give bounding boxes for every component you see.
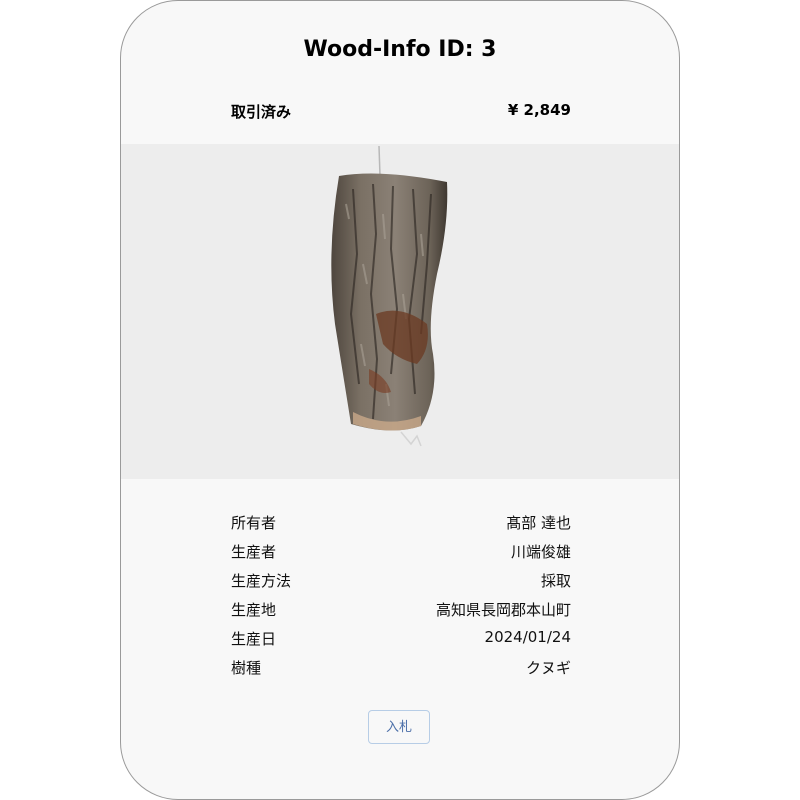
origin-value: 高知県長岡郡本山町 <box>435 601 571 619</box>
info-row-owner: 所有者 髙部 達也 <box>231 512 571 536</box>
bid-button[interactable]: 入札 <box>368 710 430 744</box>
wood-image-area <box>121 144 679 479</box>
method-value: 採取 <box>540 572 571 590</box>
date-value: 2024/01/24 <box>484 628 571 646</box>
species-value: クヌギ <box>525 659 571 677</box>
method-label: 生産方法 <box>231 572 292 590</box>
date-label: 生産日 <box>231 630 277 648</box>
owner-label: 所有者 <box>231 514 277 532</box>
status-label: 取引済み <box>231 103 292 121</box>
info-row-date: 生産日 2024/01/24 <box>231 628 571 652</box>
page-title: Wood-Info ID: 3 <box>303 37 497 62</box>
owner-value: 髙部 達也 <box>506 514 571 532</box>
producer-label: 生産者 <box>231 543 277 561</box>
species-label: 樹種 <box>231 659 262 677</box>
wood-log-image <box>331 145 448 447</box>
origin-label: 生産地 <box>231 601 277 619</box>
wood-info-card: Wood-Info ID: 3 取引済み ¥ 2,849 所有者 髙部 達也 生… <box>120 0 680 800</box>
info-row-producer: 生産者 川端俊雄 <box>231 541 571 565</box>
info-row-method: 生産方法 採取 <box>231 570 571 594</box>
info-row-species: 樹種 クヌギ <box>231 657 571 681</box>
price-label: ¥ 2,849 <box>507 101 571 119</box>
info-row-origin: 生産地 高知県長岡郡本山町 <box>231 599 571 623</box>
producer-value: 川端俊雄 <box>510 543 571 561</box>
